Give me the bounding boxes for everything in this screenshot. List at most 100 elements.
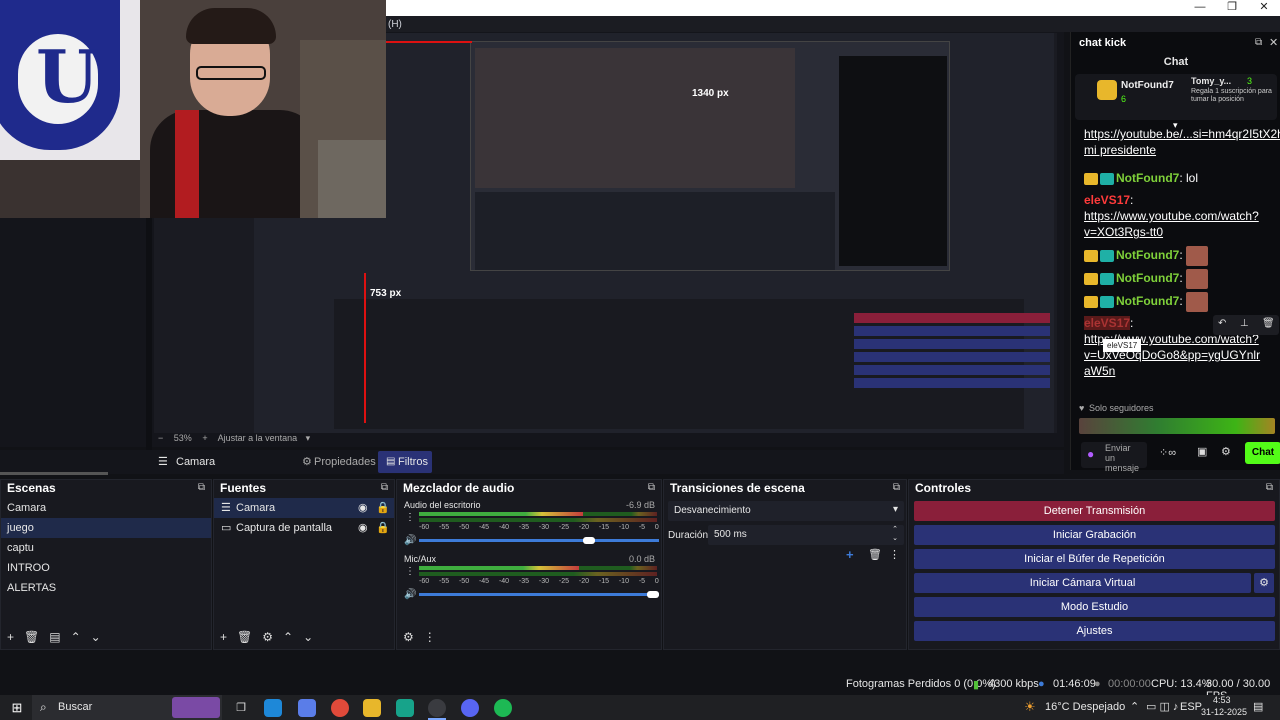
mic-icon[interactable]: ● (1087, 447, 1094, 461)
chevron-up-icon[interactable]: ⌃ (1130, 700, 1139, 713)
channel-name: Mic/Aux (404, 554, 437, 564)
chat-username[interactable]: eleVS17 (1084, 316, 1131, 330)
send-chat-button[interactable]: Chat (1245, 442, 1280, 464)
restore-button[interactable]: ❐ (1216, 0, 1248, 16)
popout-icon[interactable]: ⧉ (198, 482, 205, 493)
search-box[interactable]: ⌕ Buscar (32, 695, 222, 720)
speaker-icon[interactable]: 🔊 (404, 589, 416, 600)
chat-username[interactable]: NotFound7 (1116, 271, 1179, 285)
notification-icon[interactable]: ▤ (1253, 700, 1263, 713)
minimize-button[interactable]: — (1184, 0, 1216, 16)
scrollbar[interactable] (0, 472, 108, 475)
duration-input[interactable]: 500 ms ⌃ ⌄ (708, 525, 904, 545)
message-input[interactable]: ● Enviar un mensaje (1081, 442, 1147, 473)
task-view-icon[interactable]: ❐ (232, 699, 250, 717)
chrome-icon[interactable] (331, 699, 349, 717)
gear-icon[interactable]: ⚙ (262, 630, 273, 644)
edge-icon[interactable] (264, 699, 282, 717)
popout-icon[interactable]: ⧉ (381, 482, 388, 493)
copilot-icon[interactable] (298, 699, 316, 717)
reply-icon[interactable]: ↶ (1218, 318, 1226, 329)
windows-start-icon[interactable]: ⊞ (8, 699, 26, 717)
filter-icon[interactable]: ▤ (49, 630, 60, 644)
eye-icon[interactable]: ◉ (358, 498, 368, 518)
chat-tab[interactable]: Chat (1071, 56, 1280, 68)
gear-icon[interactable]: ⚙ (1254, 573, 1274, 593)
source-item[interactable]: ▭ Captura de pantalla ◉ 🔒 (214, 518, 394, 538)
more-icon[interactable]: ⋮ (405, 512, 415, 523)
scene-item[interactable]: ALERTAS (1, 578, 211, 598)
scene-item-selected[interactable]: juego (1, 518, 211, 538)
clock-date[interactable]: 31-12-2025 (1201, 707, 1247, 717)
scene-item[interactable]: INTROO (1, 558, 211, 578)
more-icon[interactable]: ⋮ (889, 548, 900, 561)
volume-knob[interactable] (647, 591, 659, 598)
zoom-out-button[interactable]: − (158, 433, 163, 443)
zoom-in-button[interactable]: + (202, 433, 207, 443)
emote-bar[interactable] (1079, 418, 1275, 434)
stop-stream-button[interactable]: Detener Transmisión (914, 501, 1275, 521)
scene-item[interactable]: Camara (1, 498, 211, 518)
popout-icon[interactable]: ⧉ (1266, 482, 1273, 493)
add-icon[interactable]: + (220, 630, 227, 644)
trash-icon[interactable]: 🗑 (868, 548, 882, 561)
chevron-down-icon[interactable]: ⌄ (303, 630, 313, 644)
popout-icon[interactable]: ⧉ (1255, 37, 1262, 48)
delete-icon[interactable]: 🗑 (1262, 318, 1275, 329)
pin-icon[interactable]: ⊥ (1240, 318, 1249, 329)
lock-icon[interactable]: 🔒 (376, 498, 390, 518)
chevron-up-icon[interactable]: ⌃ (283, 630, 293, 644)
obs-icon[interactable] (428, 699, 446, 717)
spotify-icon[interactable] (494, 699, 512, 717)
fit-window-label[interactable]: Ajustar a la ventana (218, 433, 298, 443)
stepper-icon[interactable]: ⌃ ⌄ (892, 525, 898, 543)
message-link[interactable]: https://www.youtube.com/watch?v=XOt3Rgs-… (1084, 209, 1259, 239)
file-explorer-icon[interactable] (363, 699, 381, 717)
more-icon[interactable]: ⋮ (424, 630, 436, 644)
chat-username[interactable]: NotFound7 (1116, 248, 1179, 262)
more-icon[interactable]: ⋮ (405, 566, 415, 577)
gift-icon[interactable]: ▣ (1197, 445, 1207, 458)
volume-slider[interactable] (419, 593, 659, 596)
close-icon[interactable]: ✕ (1269, 36, 1278, 49)
chat-username[interactable]: NotFound7 (1116, 171, 1179, 185)
eye-icon[interactable]: ◉ (358, 518, 368, 538)
weather-label[interactable]: 16°C Despejado (1045, 701, 1125, 713)
add-icon[interactable]: + (7, 630, 14, 644)
replay-buffer-button[interactable]: Iniciar el Búfer de Repetición (914, 549, 1275, 569)
gear-icon[interactable]: ⚙ (1221, 445, 1231, 458)
settings-icon[interactable]: ⚙ (403, 630, 414, 644)
chevron-down-icon[interactable]: ⌄ (91, 630, 101, 644)
scene-item[interactable]: captu (1, 538, 211, 558)
popout-icon[interactable]: ⧉ (648, 482, 655, 493)
chat-username[interactable]: NotFound7 (1116, 294, 1179, 308)
message-link[interactable]: https://youtube.be/...si=hm4qr2I5tX2h0Fd… (1084, 127, 1280, 157)
lock-icon[interactable]: 🔒 (376, 518, 390, 538)
close-button[interactable]: ✕ (1248, 0, 1280, 16)
language-indicator[interactable]: ESP (1180, 701, 1202, 713)
source-item[interactable]: ☰ Camara ◉ 🔒 (214, 498, 394, 518)
volume-slider[interactable] (419, 539, 659, 542)
filters-button[interactable]: ▤ Filtros (378, 451, 432, 473)
popout-icon[interactable]: ⧉ (893, 482, 900, 493)
add-icon[interactable]: + (846, 547, 854, 562)
virtual-camera-button[interactable]: Iniciar Cámara Virtual (914, 573, 1251, 593)
speaker-icon[interactable]: 🔊 (404, 535, 416, 546)
volume-knob[interactable] (583, 537, 595, 544)
menu-help[interactable]: (H) (388, 19, 402, 30)
transition-select[interactable]: Desvanecimiento ▾ (668, 501, 904, 521)
tray-icons[interactable]: ▭ ◫ ♪ (1146, 700, 1178, 713)
start-recording-button[interactable]: Iniciar Grabación (914, 525, 1275, 545)
app-icon[interactable] (396, 699, 414, 717)
discord-icon[interactable] (461, 699, 479, 717)
properties-button[interactable]: Propiedades (314, 456, 376, 468)
clock-time[interactable]: 4:53 (1213, 695, 1231, 705)
settings-button[interactable]: Ajustes (914, 621, 1275, 641)
trash-icon[interactable]: 🗑 (24, 630, 39, 644)
studio-mode-button[interactable]: Modo Estudio (914, 597, 1275, 617)
chevron-up-icon[interactable]: ⌃ (71, 630, 81, 644)
chat-username[interactable]: eleVS17 (1084, 193, 1130, 207)
chevron-down-icon[interactable]: ▾ (306, 433, 311, 443)
users-icon[interactable]: ⁘∞ (1159, 446, 1176, 459)
trash-icon[interactable]: 🗑 (237, 630, 252, 644)
